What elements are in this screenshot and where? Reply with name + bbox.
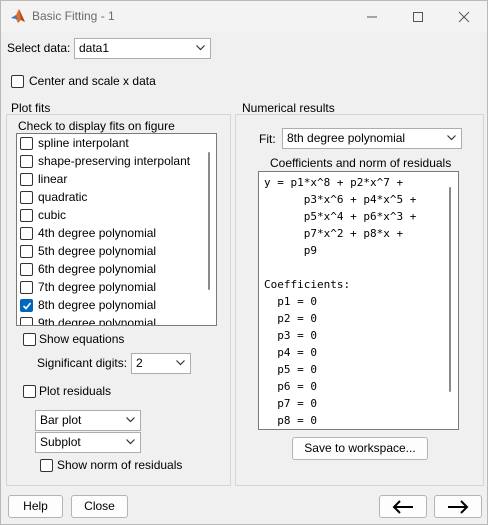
result-line: y = p1*x^8 + p2*x^7 +	[264, 176, 404, 189]
residual-plot-type-value: Bar plot	[40, 413, 82, 427]
result-line: p4 = 0	[264, 346, 317, 359]
fit-checkbox-7th-degree[interactable]	[20, 281, 33, 294]
fits-scrollbar[interactable]	[208, 152, 210, 290]
fit-checkbox-linear[interactable]	[20, 173, 33, 186]
result-line: p2 = 0	[264, 312, 317, 325]
significant-digits-label: Significant digits:	[37, 356, 128, 370]
fit-label-linear: linear	[38, 172, 68, 186]
close-button[interactable]: Close	[71, 495, 128, 518]
chevron-down-icon	[447, 135, 456, 141]
fit-label: Fit:	[259, 132, 276, 146]
fit-item-8th-degree[interactable]: 8th degree polynomial	[17, 297, 203, 315]
center-scale-label: Center and scale x data	[29, 74, 156, 88]
plot-fits-header: Plot fits	[11, 101, 51, 115]
show-equations-label: Show equations	[39, 332, 125, 346]
residual-plot-type-dropdown[interactable]: Bar plot	[35, 410, 141, 431]
chevron-down-icon	[126, 439, 135, 445]
result-line: p3*x^6 + p4*x^5 +	[264, 193, 417, 206]
result-line: p8 = 0	[264, 414, 317, 427]
fit-checkbox-9th-degree[interactable]	[20, 317, 33, 325]
arrow-left-icon	[392, 500, 413, 514]
select-data-label: Select data:	[7, 41, 71, 55]
minimize-icon	[367, 16, 377, 17]
back-button[interactable]	[379, 495, 427, 518]
significant-digits-value: 2	[136, 356, 143, 370]
fit-checkbox-4th-degree[interactable]	[20, 227, 33, 240]
fits-listbox[interactable]: spline interpolant shape-preserving inte…	[16, 133, 217, 326]
fit-item-5th-degree[interactable]: 5th degree polynomial	[17, 243, 203, 261]
coefficients-box-header: Coefficients and norm of residuals	[270, 156, 452, 170]
close-window-button[interactable]	[441, 1, 487, 32]
fit-dropdown-value: 8th degree polynomial	[287, 131, 406, 145]
basic-fitting-window: Basic Fitting - 1 Select data: data1 Cen…	[0, 0, 488, 525]
forward-button[interactable]	[434, 495, 482, 518]
result-line: p1 = 0	[264, 295, 317, 308]
maximize-button[interactable]	[395, 1, 441, 32]
chevron-down-icon	[176, 360, 185, 366]
residual-location-dropdown[interactable]: Subplot	[35, 432, 141, 453]
result-line: p7*x^2 + p8*x +	[264, 227, 404, 240]
coefficients-scrollbar[interactable]	[449, 187, 451, 392]
result-line: p5*x^4 + p6*x^3 +	[264, 210, 417, 223]
result-line: p3 = 0	[264, 329, 317, 342]
result-line: p7 = 0	[264, 397, 317, 410]
fit-checkbox-5th-degree[interactable]	[20, 245, 33, 258]
chevron-down-icon	[126, 417, 135, 423]
checkmark-icon	[22, 302, 32, 310]
fit-checkbox-cubic[interactable]	[20, 209, 33, 222]
fits-list-header: Check to display fits on figure	[18, 119, 175, 133]
plot-residuals-checkbox[interactable]	[23, 385, 36, 398]
fit-item-shape-preserving[interactable]: shape-preserving interpolant	[17, 153, 203, 171]
fit-item-cubic[interactable]: cubic	[17, 207, 203, 225]
close-icon	[458, 11, 470, 22]
help-button[interactable]: Help	[8, 495, 63, 518]
residual-location-value: Subplot	[40, 435, 81, 449]
fit-label-8th-degree: 8th degree polynomial	[38, 298, 157, 312]
fit-checkbox-spline[interactable]	[20, 137, 33, 150]
result-line: Coefficients:	[264, 278, 351, 291]
title-bar: Basic Fitting - 1	[1, 1, 487, 32]
fit-checkbox-shape-preserving[interactable]	[20, 155, 33, 168]
fit-label-9th-degree: 9th degree polynomial	[38, 316, 157, 326]
fit-item-6th-degree[interactable]: 6th degree polynomial	[17, 261, 203, 279]
save-to-workspace-button[interactable]: Save to workspace...	[292, 437, 428, 460]
numerical-results-header: Numerical results	[242, 101, 335, 115]
fit-label-cubic: cubic	[38, 208, 67, 222]
chevron-down-icon	[196, 45, 205, 51]
plot-residuals-label: Plot residuals	[39, 384, 112, 398]
show-norm-label: Show norm of residuals	[57, 458, 183, 472]
maximize-icon	[413, 11, 423, 22]
fit-label-shape-preserving: shape-preserving interpolant	[38, 154, 191, 168]
result-line: p9	[264, 244, 317, 257]
fit-checkbox-8th-degree[interactable]	[20, 299, 33, 312]
fit-label-5th-degree: 5th degree polynomial	[38, 244, 157, 258]
fit-item-linear[interactable]: linear	[17, 171, 203, 189]
fit-checkbox-6th-degree[interactable]	[20, 263, 33, 276]
fit-item-4th-degree[interactable]: 4th degree polynomial	[17, 225, 203, 243]
fit-label-quadratic: quadratic	[38, 190, 88, 204]
window-title: Basic Fitting - 1	[32, 9, 115, 23]
fit-label-4th-degree: 4th degree polynomial	[38, 226, 157, 240]
select-data-dropdown[interactable]: data1	[74, 38, 211, 59]
fit-item-7th-degree[interactable]: 7th degree polynomial	[17, 279, 203, 297]
fit-item-9th-degree[interactable]: 9th degree polynomial	[17, 315, 203, 326]
fit-item-quadratic[interactable]: quadratic	[17, 189, 203, 207]
fit-label-6th-degree: 6th degree polynomial	[38, 262, 157, 276]
fit-checkbox-quadratic[interactable]	[20, 191, 33, 204]
significant-digits-dropdown[interactable]: 2	[131, 353, 191, 374]
arrow-right-icon	[448, 500, 469, 514]
show-norm-checkbox[interactable]	[40, 459, 53, 472]
result-line: p5 = 0	[264, 363, 317, 376]
select-data-value: data1	[79, 41, 110, 55]
minimize-button[interactable]	[349, 1, 395, 32]
show-equations-checkbox[interactable]	[23, 333, 36, 346]
coefficients-textbox[interactable]: y = p1*x^8 + p2*x^7 + p3*x^6 + p4*x^5 + …	[258, 171, 459, 430]
matlab-logo-icon	[11, 9, 25, 23]
fit-label-7th-degree: 7th degree polynomial	[38, 280, 157, 294]
fit-item-spline[interactable]: spline interpolant	[17, 135, 203, 153]
result-line: p6 = 0	[264, 380, 317, 393]
center-scale-checkbox[interactable]	[11, 75, 24, 88]
fit-dropdown[interactable]: 8th degree polynomial	[282, 128, 462, 149]
fit-label-spline: spline interpolant	[38, 136, 129, 150]
